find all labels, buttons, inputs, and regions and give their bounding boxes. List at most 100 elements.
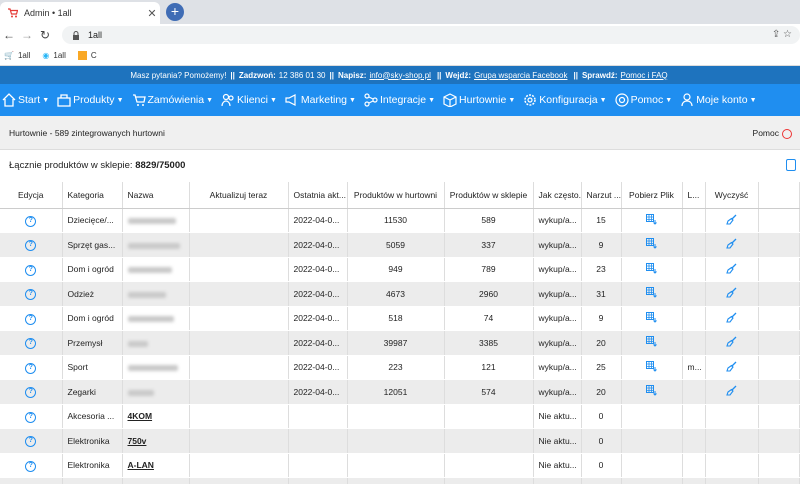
- nazwa-cell[interactable]: [122, 379, 190, 405]
- aktualizuj-cell[interactable]: [189, 281, 289, 307]
- edit-cell[interactable]: ?: [0, 477, 63, 484]
- col-kategoria[interactable]: Kategoria: [62, 182, 123, 209]
- download-grid-icon[interactable]: [646, 360, 657, 372]
- table-row[interactable]: ? Zegarki 2022-04-0... 12051 574 wykup/a... 20: [0, 379, 800, 405]
- nazwa-cell[interactable]: A-LAN: [122, 453, 190, 478]
- nazwa-cell[interactable]: [122, 306, 190, 331]
- pobierz-cell[interactable]: [621, 208, 683, 233]
- edit-cell[interactable]: ?: [0, 379, 63, 405]
- url-input[interactable]: 1all ⇪ ☆: [62, 26, 800, 44]
- table-row[interactable]: ? Odzież 2022-04-0... 4673 2960 wykup/a... 31: [0, 281, 800, 307]
- pobierz-cell[interactable]: [621, 330, 683, 356]
- nav-klienci[interactable]: Klienci ▼: [221, 93, 277, 107]
- col-l[interactable]: L...: [682, 182, 706, 209]
- question-icon[interactable]: ?: [25, 411, 37, 423]
- nav-moje-konto[interactable]: Moje konto ▼: [680, 93, 757, 107]
- new-tab-button[interactable]: +: [166, 3, 184, 21]
- edit-cell[interactable]: ?: [0, 428, 63, 454]
- wyczysc-cell[interactable]: [705, 257, 759, 282]
- nazwa-cell[interactable]: [122, 208, 190, 233]
- broom-icon[interactable]: [726, 312, 737, 323]
- nazwa-cell[interactable]: [122, 281, 190, 307]
- wholesaler-name[interactable]: 750v: [128, 436, 147, 446]
- download-grid-icon[interactable]: [646, 311, 657, 323]
- col-aktualizuj[interactable]: Aktualizuj teraz: [189, 182, 289, 209]
- aktualizuj-cell[interactable]: [189, 379, 289, 405]
- download-grid-icon[interactable]: [646, 213, 657, 225]
- nav-integracje[interactable]: Integracje ▼: [364, 93, 435, 107]
- broom-icon[interactable]: [726, 263, 737, 274]
- wyczysc-cell[interactable]: [705, 281, 759, 307]
- reload-icon[interactable]: ↻: [36, 28, 54, 42]
- nav-produkty[interactable]: Produkty ▼: [57, 93, 124, 107]
- browser-tab[interactable]: Admin • 1all ✕: [0, 2, 160, 24]
- faq-link[interactable]: Pomoc i FAQ: [621, 71, 668, 80]
- pobierz-cell[interactable]: [621, 306, 683, 331]
- close-icon[interactable]: ✕: [144, 7, 160, 20]
- col-jak-czesto[interactable]: Jak często...: [533, 182, 582, 209]
- pobierz-cell[interactable]: [621, 281, 683, 307]
- bookmark-2[interactable]: ◉ 1all: [42, 51, 65, 60]
- table-row[interactable]: ? Dom i ogród 2022-04-0... 949 789 wykup/a...…: [0, 257, 800, 282]
- table-row[interactable]: ? Elektronika 750v Nie aktu... 0: [0, 428, 800, 454]
- edit-cell[interactable]: ?: [0, 281, 63, 307]
- col-narzut[interactable]: Narzut ...: [581, 182, 622, 209]
- broom-icon[interactable]: [726, 238, 737, 249]
- edit-cell[interactable]: ?: [0, 404, 63, 429]
- question-icon[interactable]: ?: [25, 362, 37, 374]
- col-pobierz[interactable]: Pobierz Plik: [621, 182, 683, 209]
- nazwa-cell[interactable]: [122, 355, 190, 380]
- edit-cell[interactable]: ?: [0, 453, 63, 478]
- nav-zamowienia[interactable]: Zamówienia ▼: [132, 93, 213, 107]
- nav-start[interactable]: Start ▼: [2, 93, 49, 107]
- col-wyczysc[interactable]: Wyczyść: [705, 182, 759, 209]
- aktualizuj-cell[interactable]: [189, 257, 289, 282]
- nazwa-cell[interactable]: 4KOM: [122, 404, 190, 429]
- nazwa-cell[interactable]: [122, 257, 190, 282]
- table-row[interactable]: ?ElektronikaAB Nie aktu...0: [0, 477, 800, 484]
- broom-icon[interactable]: [726, 287, 737, 298]
- question-icon[interactable]: ?: [25, 313, 37, 325]
- edit-cell[interactable]: ?: [0, 330, 63, 356]
- help-button[interactable]: Pomoc: [753, 128, 792, 139]
- broom-icon[interactable]: [726, 385, 737, 396]
- nav-pomoc[interactable]: Pomoc ▼: [614, 93, 672, 107]
- broom-icon[interactable]: [726, 336, 737, 347]
- pobierz-cell[interactable]: [621, 257, 683, 282]
- table-row[interactable]: ? Sport 2022-04-0... 223 121 wykup/a... 25 m...: [0, 355, 800, 380]
- question-icon[interactable]: ?: [25, 387, 37, 399]
- nazwa-cell[interactable]: 750v: [122, 428, 190, 454]
- download-grid-icon[interactable]: [646, 238, 657, 249]
- table-row[interactable]: ? Przemysł 2022-04-0... 39987 3385 wykup/a...…: [0, 330, 800, 356]
- wyczysc-cell[interactable]: [705, 232, 759, 258]
- col-w-hurtowni[interactable]: Produktów w hurtowni: [347, 182, 445, 209]
- wyczysc-cell[interactable]: [705, 379, 759, 405]
- wyczysc-cell[interactable]: [705, 330, 759, 356]
- download-grid-icon[interactable]: [646, 287, 657, 298]
- aktualizuj-cell[interactable]: [189, 232, 289, 258]
- nazwa-cell[interactable]: [122, 232, 190, 258]
- email-link[interactable]: info@sky-shop.pl: [369, 71, 430, 80]
- question-icon[interactable]: ?: [25, 460, 37, 472]
- broom-icon[interactable]: [726, 361, 737, 372]
- question-icon[interactable]: ?: [25, 289, 37, 301]
- table-row[interactable]: ? Dom i ogród 2022-04-0... 518 74 wykup/a... 9: [0, 306, 800, 331]
- col-w-sklepie[interactable]: Produktów w sklepie: [444, 182, 534, 209]
- nazwa-cell[interactable]: [122, 330, 190, 356]
- question-icon[interactable]: ?: [25, 215, 37, 227]
- aktualizuj-cell[interactable]: [189, 355, 289, 380]
- col-edycja[interactable]: Edycja: [0, 182, 63, 209]
- col-ostatnia[interactable]: Ostatnia akt...: [288, 182, 348, 209]
- nav-konfiguracja[interactable]: Konfiguracja ▼: [523, 93, 607, 107]
- edit-cell[interactable]: ?: [0, 355, 63, 380]
- question-icon[interactable]: ?: [25, 338, 37, 350]
- facebook-group-link[interactable]: Grupa wsparcia Facebook: [474, 71, 567, 80]
- pobierz-cell[interactable]: [621, 232, 683, 258]
- table-row[interactable]: ? Dziecięce/... 2022-04-0... 11530 589 wykup/…: [0, 208, 800, 233]
- col-nazwa[interactable]: Nazwa: [122, 182, 190, 209]
- broom-icon[interactable]: [726, 214, 737, 225]
- pobierz-cell[interactable]: [621, 379, 683, 405]
- download-grid-icon[interactable]: [646, 385, 657, 396]
- aktualizuj-cell[interactable]: [189, 330, 289, 356]
- aktualizuj-cell[interactable]: [189, 306, 289, 331]
